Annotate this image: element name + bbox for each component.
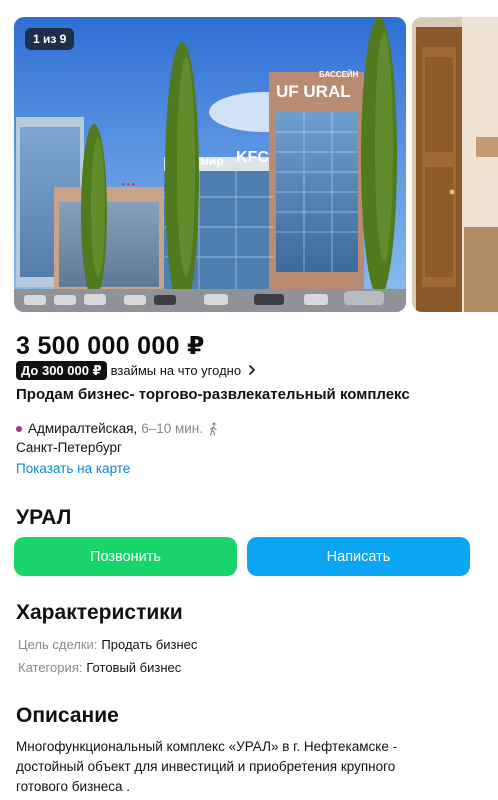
description-text: Многофункциональный комплекс «УРАЛ» в г.… xyxy=(16,739,398,794)
kfc-sign: KFC xyxy=(236,149,269,166)
city: Санкт-Петербург xyxy=(16,440,122,455)
pool-sign: БАССЕЙН xyxy=(319,70,359,79)
main-photo[interactable]: UF URAL БАССЕЙН KFC мир • • • 1 из 9 xyxy=(14,17,406,312)
characteristics-heading: Характеристики xyxy=(16,601,183,624)
write-button[interactable]: Написать xyxy=(247,537,470,576)
characteristic-key: Цель сделки: xyxy=(18,637,98,652)
metro-time: 6–10 мин. xyxy=(141,421,204,436)
characteristic-key: Категория: xyxy=(18,660,83,675)
loan-text: взаймы на что угодно xyxy=(110,362,242,378)
loan-badge: До 300 000 ₽ xyxy=(16,360,107,380)
call-button[interactable]: Позвонить xyxy=(14,537,237,576)
price: 3 500 000 000 ₽ xyxy=(16,332,205,360)
svg-text:• • •: • • • xyxy=(122,180,135,189)
mir-sign: мир xyxy=(200,154,224,168)
seller-name: УРАЛ xyxy=(16,506,72,529)
metro-station: Адмиралтейская, xyxy=(28,421,138,436)
photo-counter: 1 из 9 xyxy=(25,28,75,50)
chevron-right-icon xyxy=(249,365,255,375)
photo-gallery[interactable]: UF URAL БАССЕЙН KFC мир • • • 1 из 9 xyxy=(14,17,498,312)
walking-person-icon xyxy=(209,422,217,436)
metro-dot-icon xyxy=(16,425,22,432)
characteristic-value: Продать бизнес xyxy=(101,637,198,652)
listing-title: Продам бизнес- торгово-развлекательный к… xyxy=(16,386,410,403)
characteristic-row: Категория: Готовый бизнес xyxy=(18,660,181,675)
description-heading: Описание xyxy=(16,704,119,727)
building-photo: UF URAL БАССЕЙН KFC мир • • • xyxy=(14,17,406,312)
ural-sign: UF URAL xyxy=(276,82,351,101)
metro-info: Адмиралтейская, 6–10 мин. xyxy=(16,421,219,436)
loan-offer[interactable]: До 300 000 ₽ взаймы на что угодно xyxy=(16,360,258,380)
interior-photo xyxy=(412,17,498,312)
characteristic-row: Цель сделки: Продать бизнес xyxy=(18,637,197,652)
second-photo[interactable] xyxy=(412,17,498,312)
show-on-map-link[interactable]: Показать на карте xyxy=(16,461,130,476)
characteristic-value: Готовый бизнес xyxy=(86,660,182,675)
